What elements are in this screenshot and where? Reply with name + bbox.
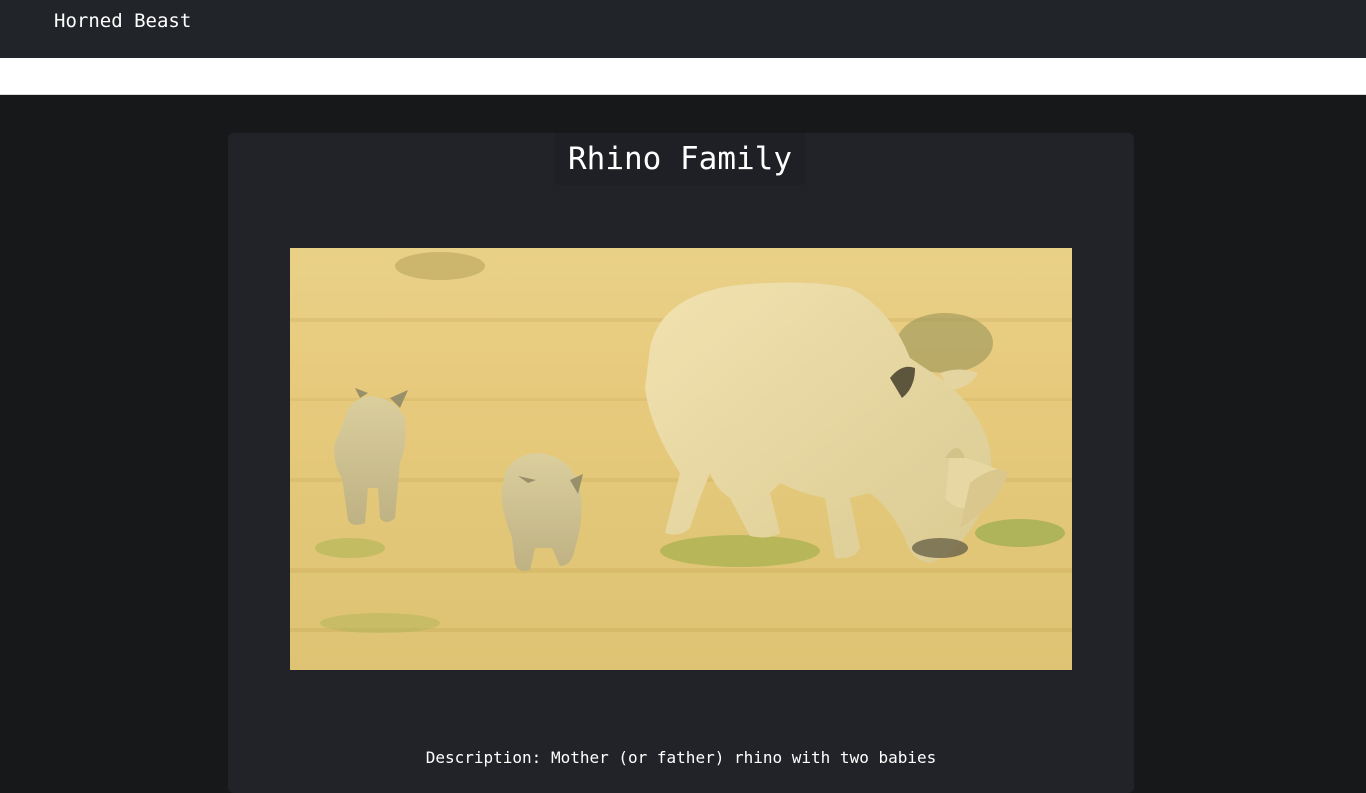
beast-card: Rhino Family Description: Mother (or fat…	[228, 133, 1134, 793]
card-title-box: Rhino Family	[554, 133, 806, 185]
card-title: Rhino Family	[568, 141, 792, 177]
main-content: Rhino Family Description: Mother (or fat…	[0, 95, 1366, 793]
rhino-family-image[interactable]	[290, 248, 1072, 670]
top-navbar: Horned Beast	[0, 0, 1366, 58]
brand-link[interactable]: Horned Beast	[54, 8, 191, 34]
header-spacer-band	[0, 58, 1366, 95]
card-description: Description: Mother (or father) rhino wi…	[425, 748, 937, 767]
